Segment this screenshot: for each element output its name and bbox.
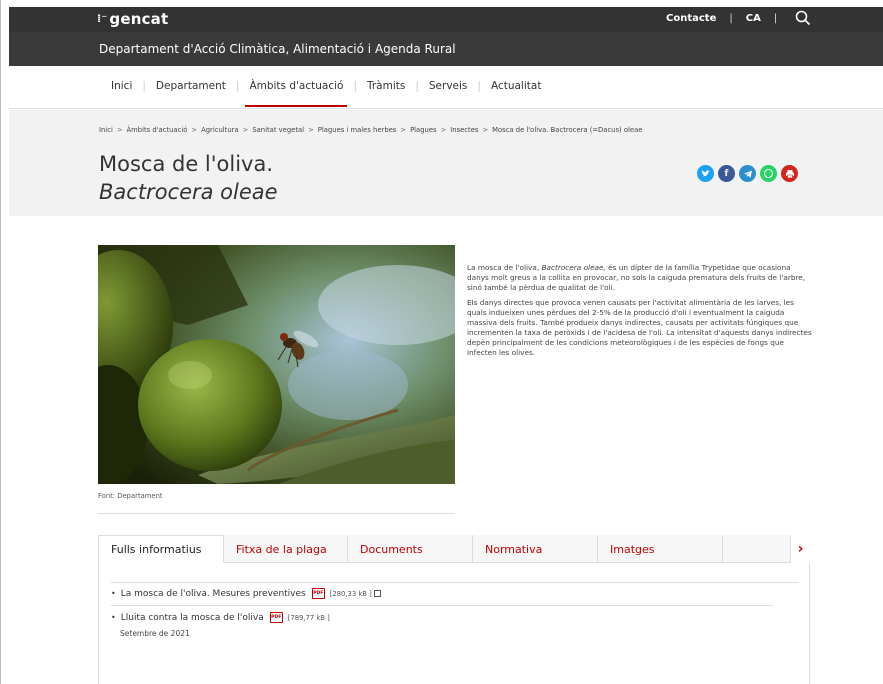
document-item[interactable]: • La mosca de l'oliva. Mesures preventiv… [111, 588, 381, 599]
document-title[interactable]: La mosca de l'oliva. Mesures preventives [121, 589, 306, 599]
olive-fly-photo [98, 245, 455, 484]
page-title-latin: Bactrocera oleae [99, 180, 278, 204]
nav-item-departament[interactable]: Departament [146, 80, 236, 92]
nav-item-serveis[interactable]: Serveis [419, 80, 478, 92]
description-paragraph-2: Els danys directes que provoca venen cau… [467, 298, 812, 357]
separator: | [773, 13, 778, 24]
olive-fly-image [98, 245, 455, 484]
breadcrumb-current: Mosca de l'oliva. Bactrocera (=Dacus) ol… [492, 126, 643, 134]
breadcrumb-item[interactable]: Plagues i males herbes [318, 126, 397, 134]
page-header: Inici > Àmbits d'actuació > Agricultura > S… [9, 110, 883, 216]
telegram-icon[interactable] [739, 165, 756, 182]
description-paragraph-1: La mosca de l'oliva, Bactrocera oleae, é… [467, 263, 806, 292]
tab-documents[interactable]: Documents [348, 535, 473, 563]
breadcrumb-item[interactable]: Insectes [450, 126, 478, 134]
pdf-icon: PDF [311, 588, 325, 599]
gencat-logo[interactable]: ⁞⁻ gencat [97, 10, 168, 28]
list-divider [111, 582, 799, 583]
tab-imatges[interactable]: Imatges [598, 535, 723, 563]
caption-divider [98, 513, 455, 514]
search-icon [795, 10, 811, 26]
file-size: [280,33 kB ] [329, 589, 372, 598]
share-buttons: f [697, 165, 798, 182]
tab-normativa[interactable]: Normativa [473, 535, 598, 563]
tab-panel: • La mosca de l'oliva. Mesures preventiv… [98, 563, 810, 684]
department-bar: Departament d'Acció Climàtica, Alimentac… [9, 32, 883, 66]
nav-item-actualitat[interactable]: Actualitat [481, 80, 551, 92]
nav-item-ambits[interactable]: Àmbits d'actuació [239, 80, 353, 107]
breadcrumb: Inici > Àmbits d'actuació > Agricultura > S… [99, 126, 643, 134]
contact-link[interactable]: Contacte [666, 13, 716, 24]
nav-item-tramits[interactable]: Tràmits [357, 80, 415, 92]
breadcrumb-item[interactable]: Agricultura [201, 126, 239, 134]
top-bar: ⁞⁻ gencat Contacte | CA | [9, 7, 883, 32]
image-caption: Font: Departament [98, 492, 163, 500]
pdf-icon: PDF [269, 612, 283, 623]
document-item[interactable]: • Lluita contra la mosca de l'oliva PDF … [111, 612, 330, 623]
document-date: Setembre de 2021 [120, 629, 190, 638]
separator: | [729, 13, 733, 24]
page-title: Mosca de l'oliva. [99, 152, 274, 176]
external-link-icon [373, 590, 381, 597]
department-name[interactable]: Departament d'Acció Climàtica, Alimentac… [99, 42, 456, 56]
main-nav: Inici | Departament | Àmbits d'actuació … [9, 66, 883, 109]
tab-fulls-informatius[interactable]: Fulls informatius [98, 535, 224, 563]
search-button[interactable] [795, 10, 813, 28]
description: La mosca de l'oliva, Bactrocera oleae, é… [467, 263, 813, 363]
breadcrumb-item[interactable]: Àmbits d'actuació [127, 126, 188, 134]
tabs-next-arrow-icon[interactable]: › [790, 535, 810, 563]
tab-bar: Fulls informatius Fitxa de la plaga Docu… [98, 535, 810, 563]
breadcrumb-item[interactable]: Inici [99, 126, 113, 134]
whatsapp-icon[interactable] [760, 165, 777, 182]
gencat-mark-icon: ⁞⁻ [97, 12, 108, 25]
nav-item-inici[interactable]: Inici [101, 80, 142, 92]
breadcrumb-item[interactable]: Sanitat vegetal [252, 126, 304, 134]
document-title[interactable]: Lluita contra la mosca de l'oliva [121, 613, 264, 623]
breadcrumb-item[interactable]: Plagues [410, 126, 437, 134]
file-size: [789,77 kB ] [287, 613, 330, 622]
list-divider [111, 605, 773, 606]
language-selector[interactable]: CA [746, 13, 761, 24]
nav-list: Inici | Departament | Àmbits d'actuació … [101, 80, 551, 107]
page-frame: ⁞⁻ gencat Contacte | CA | Departament d'A… [0, 0, 883, 684]
twitter-icon[interactable] [697, 165, 714, 182]
tab-fitxa-plaga[interactable]: Fitxa de la plaga [224, 535, 348, 563]
top-links: Contacte | CA | [666, 13, 790, 24]
facebook-icon[interactable]: f [718, 165, 735, 182]
print-icon[interactable] [781, 165, 798, 182]
